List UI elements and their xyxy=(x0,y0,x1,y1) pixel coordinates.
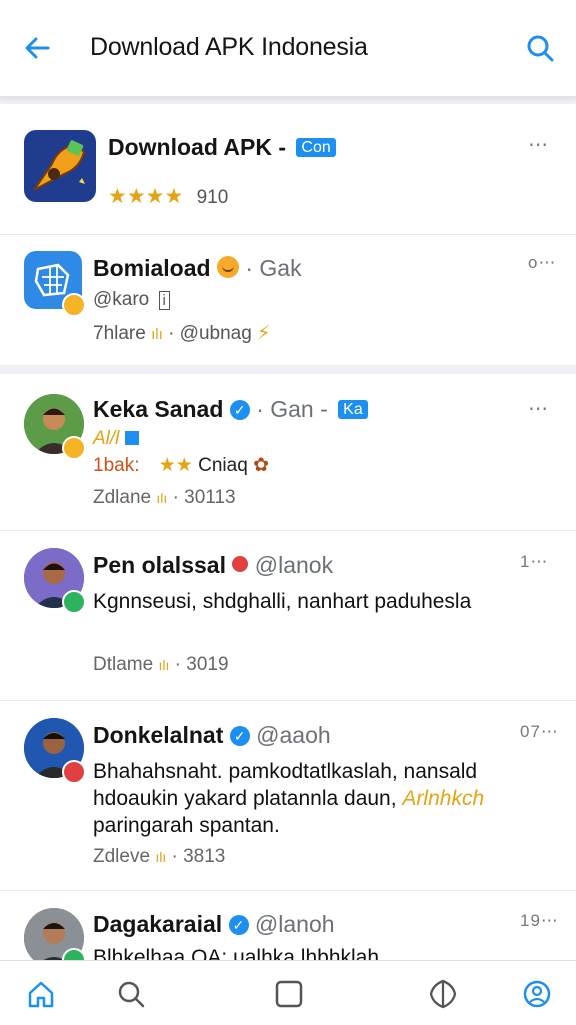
more-options-icon[interactable]: ⋯ xyxy=(528,396,549,421)
post-author: Keka Sanad ✓ · Gan - Ka xyxy=(93,396,368,423)
post-text: Bhahahsnaht. pamkodtatlkaslah, nansald h… xyxy=(93,760,485,837)
app-icon xyxy=(24,130,96,202)
back-arrow-icon[interactable] xyxy=(18,28,58,68)
verified-icon: ✓ xyxy=(228,915,249,935)
bar-icon: ılı xyxy=(151,326,163,343)
app-name: Download APK - Con xyxy=(108,134,336,161)
post-time: 19⋯ xyxy=(520,911,559,930)
feed: Keka Sanad ✓ · Gan - Ka Al/l 1bak: ★★ Cn… xyxy=(0,374,576,960)
post-line: Al/l xyxy=(93,428,139,450)
top-app-bar: Download APK Indonesia xyxy=(0,0,576,97)
status-badge xyxy=(62,436,86,460)
verified-icon: ✓ xyxy=(229,400,250,420)
rating-stars: ★★ xyxy=(158,455,193,476)
rating-stars: ★★★★ xyxy=(108,185,184,208)
more-options-icon-2[interactable]: o⋯ xyxy=(528,253,556,273)
post-time: 07⋯ xyxy=(520,722,559,741)
divider xyxy=(0,700,576,701)
post-meta: Dtlame ılı · 3019 xyxy=(93,654,229,675)
status-badge xyxy=(62,590,86,614)
status-badge xyxy=(62,760,86,784)
divider xyxy=(0,890,576,891)
page-title: Download APK Indonesia xyxy=(90,33,368,61)
app-rating: ★★★★ 910 xyxy=(108,185,229,208)
shield-icon[interactable] xyxy=(426,977,460,1011)
profile-icon[interactable] xyxy=(520,977,554,1011)
post-meta: Zdlane ılı · 30113 xyxy=(93,487,236,508)
meta: 7hlare ılı · @ubnag ⚡ xyxy=(93,323,271,344)
app-card[interactable]: Download APK - Con ★★★★ 910 ⋯ xyxy=(0,104,576,235)
search-nav-icon[interactable] xyxy=(114,977,148,1011)
app-badge: Con xyxy=(296,138,336,157)
post-author: Pen olalssal @lanok xyxy=(93,552,334,578)
spark-icon: ⚡ xyxy=(257,323,271,344)
post-author: Donkelalnat ✓ @aaoh xyxy=(93,722,331,748)
handle: @karo i xyxy=(93,289,170,311)
home-icon[interactable] xyxy=(24,977,58,1011)
post-text: Blhkelhaa OA: ualhka lhbhklah xyxy=(93,946,380,960)
smile-emoji-icon xyxy=(216,256,239,278)
search-icon[interactable] xyxy=(520,28,560,68)
verified-icon: ✓ xyxy=(229,726,250,746)
red-badge-icon xyxy=(232,556,249,572)
square-icon[interactable] xyxy=(272,977,306,1011)
post-meta: Zdleve ılı · 3813 xyxy=(93,846,226,867)
post-author: Dagakaraial ✓ @lanoh xyxy=(93,911,335,937)
post-badge: Ka xyxy=(338,400,368,419)
more-options-icon[interactable]: ⋯ xyxy=(528,132,549,157)
status-badge xyxy=(62,948,86,960)
bottom-navigation xyxy=(0,960,576,1025)
post-line-2: 1bak: ★★ Cniaq ✿ xyxy=(93,455,269,476)
post-time: 1⋯ xyxy=(520,552,549,571)
app-name-2: Bomiaload · Gak xyxy=(93,255,302,281)
divider xyxy=(0,530,576,531)
status-badge xyxy=(62,293,86,317)
app-card-2[interactable]: Bomiaload · Gak @karo i 7hlare ılı · @ub… xyxy=(0,235,576,365)
post-text: Kgnnseusi, shdghalli, nanhart paduhesla xyxy=(93,590,472,613)
